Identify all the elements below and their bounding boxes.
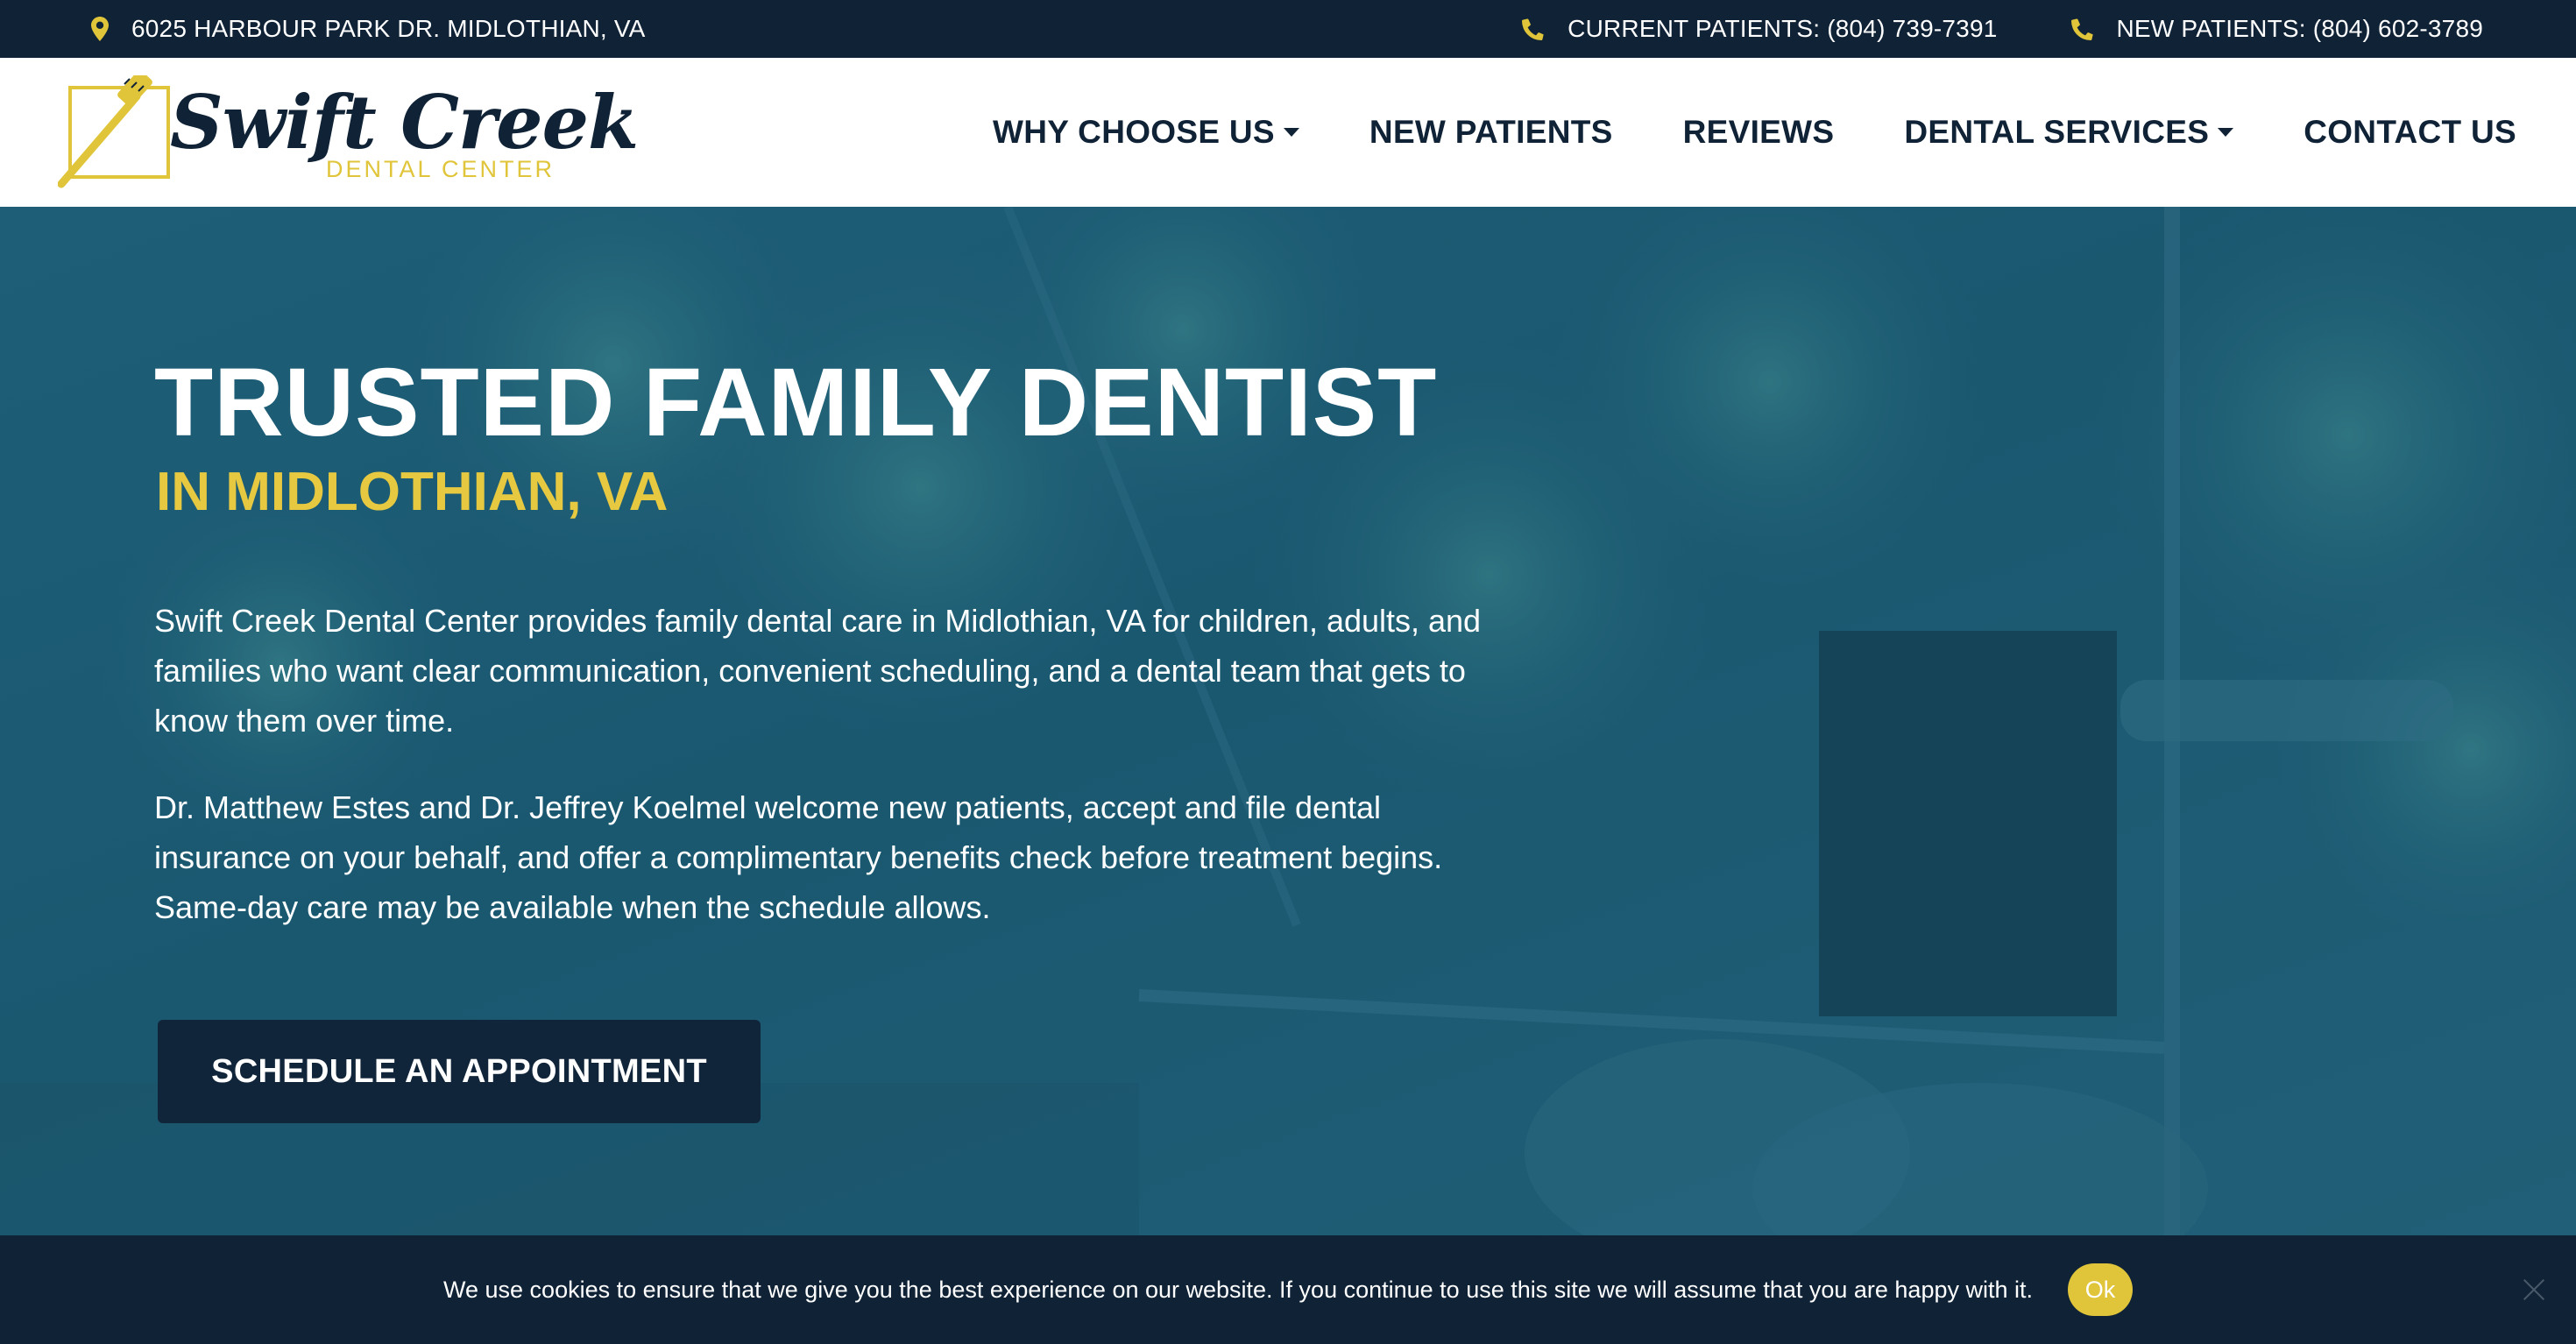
nav-label: CONTACT US: [2304, 114, 2516, 150]
address-text: 6025 HARBOUR PARK DR. MIDLOTHIAN, VA: [131, 15, 646, 42]
phone-icon: [1522, 18, 1545, 40]
nav-why-choose-us[interactable]: WHY CHOOSE US: [993, 114, 1299, 151]
nav-label: WHY CHOOSE US: [993, 114, 1275, 150]
schedule-appointment-button[interactable]: SCHEDULE AN APPOINTMENT: [158, 1020, 761, 1123]
hero-paragraph-2: Dr. Matthew Estes and Dr. Jeffrey Koelme…: [154, 789, 1443, 925]
current-patients-text: CURRENT PATIENTS: (804) 739-7391: [1568, 15, 1998, 42]
logo-subtitle: DENTAL CENTER: [326, 156, 556, 182]
site-header: Swift Creek DENTAL CENTER WHY CHOOSE US …: [0, 58, 2576, 207]
new-patients-phone[interactable]: NEW PATIENTS: (804) 602-3789: [2070, 15, 2484, 43]
hero-title: TRUSTED FAMILY DENTIST: [154, 349, 1438, 456]
new-patients-text: NEW PATIENTS: (804) 602-3789: [2116, 15, 2483, 42]
address[interactable]: 6025 HARBOUR PARK DR. MIDLOTHIAN, VA: [91, 0, 646, 58]
hero-subtitle: IN MIDLOTHIAN, VA: [156, 462, 669, 522]
toothbrush-logo-icon: [58, 75, 170, 188]
hero-paragraph-1: Swift Creek Dental Center provides famil…: [154, 603, 1482, 739]
logo[interactable]: Swift Creek DENTAL CENTER: [58, 75, 639, 189]
cookie-message: We use cookies to ensure that we give yo…: [443, 1276, 2033, 1303]
logo-name: Swift Creek: [170, 79, 639, 166]
map-pin-icon: [91, 17, 109, 41]
nav-label: REVIEWS: [1682, 114, 1835, 150]
nav-new-patients[interactable]: NEW PATIENTS: [1369, 114, 1613, 151]
cookie-ok-button[interactable]: Ok: [2068, 1263, 2133, 1316]
close-icon[interactable]: [2520, 1276, 2548, 1304]
current-patients-phone[interactable]: CURRENT PATIENTS: (804) 739-7391: [1522, 15, 1997, 43]
cookie-banner: We use cookies to ensure that we give yo…: [0, 1235, 2576, 1344]
nav-label: NEW PATIENTS: [1369, 114, 1613, 150]
hero-section: TRUSTED FAMILY DENTIST IN MIDLOTHIAN, VA…: [0, 207, 2576, 1235]
top-bar: 6025 HARBOUR PARK DR. MIDLOTHIAN, VA CUR…: [0, 0, 2576, 58]
nav-contact-us[interactable]: CONTACT US: [2304, 114, 2516, 151]
nav-reviews[interactable]: REVIEWS: [1683, 114, 1835, 151]
main-nav: WHY CHOOSE US NEW PATIENTS REVIEWS DENTA…: [923, 58, 2516, 207]
nav-dental-services[interactable]: DENTAL SERVICES: [1904, 114, 2234, 151]
caret-down-icon: [2218, 128, 2234, 137]
nav-label: DENTAL SERVICES: [1904, 114, 2210, 150]
caret-down-icon: [1283, 128, 1299, 137]
phone-icon: [2070, 18, 2093, 40]
